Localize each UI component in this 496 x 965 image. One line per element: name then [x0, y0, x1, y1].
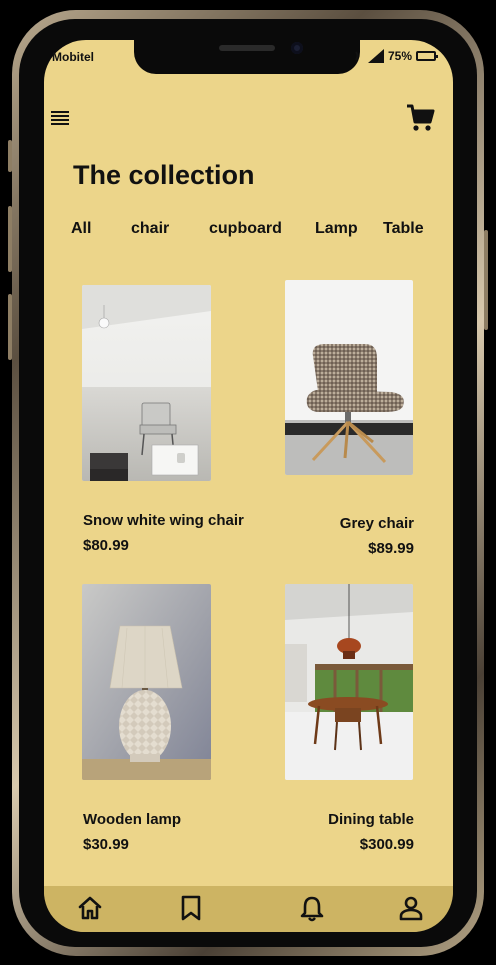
- product-image-dining-table[interactable]: [285, 584, 413, 780]
- user-icon[interactable]: [398, 895, 424, 921]
- product-name-snow-white-wing-chair[interactable]: Snow white wing chair: [83, 512, 244, 529]
- product-price-snow-white-wing-chair: $80.99: [83, 537, 129, 554]
- home-icon[interactable]: [77, 895, 103, 921]
- power-button: [484, 230, 488, 330]
- battery-percent: 75%: [388, 49, 413, 63]
- signal-icon: [368, 49, 384, 63]
- page-title: The collection: [73, 160, 255, 190]
- tab-cupboard[interactable]: cupboard: [209, 220, 282, 238]
- mute-switch: [8, 140, 12, 172]
- product-image-snow-white-wing-chair[interactable]: [82, 285, 211, 481]
- product-name-dining-table[interactable]: Dining table: [288, 811, 414, 828]
- battery-icon: [416, 51, 439, 61]
- product-name-grey-chair[interactable]: Grey chair: [288, 515, 414, 532]
- tab-chair[interactable]: chair: [131, 220, 169, 238]
- bookmark-icon[interactable]: [179, 895, 203, 921]
- product-price-dining-table: $300.99: [359, 836, 414, 853]
- volume-up-button: [8, 206, 12, 272]
- status-indicators: 75%: [354, 49, 439, 63]
- bottom-navigation-bar: [44, 886, 453, 932]
- bell-icon[interactable]: [299, 895, 325, 923]
- tab-all[interactable]: All: [71, 220, 91, 238]
- product-price-wooden-lamp: $30.99: [83, 836, 129, 853]
- carrier-label: Mobitel: [52, 50, 94, 64]
- product-name-wooden-lamp[interactable]: Wooden lamp: [83, 811, 181, 828]
- hamburger-menu-icon[interactable]: [51, 111, 69, 126]
- product-image-wooden-lamp[interactable]: [82, 584, 211, 780]
- tab-table[interactable]: Table: [383, 220, 424, 238]
- earpiece-speaker: [219, 45, 275, 51]
- tab-lamp[interactable]: Lamp: [315, 220, 358, 238]
- product-price-grey-chair: $89.99: [368, 540, 414, 557]
- volume-down-button: [8, 294, 12, 360]
- wifi-icon: [355, 51, 363, 61]
- shopping-cart-icon[interactable]: [405, 103, 435, 133]
- product-image-grey-chair[interactable]: [285, 280, 413, 475]
- front-camera: [291, 42, 303, 54]
